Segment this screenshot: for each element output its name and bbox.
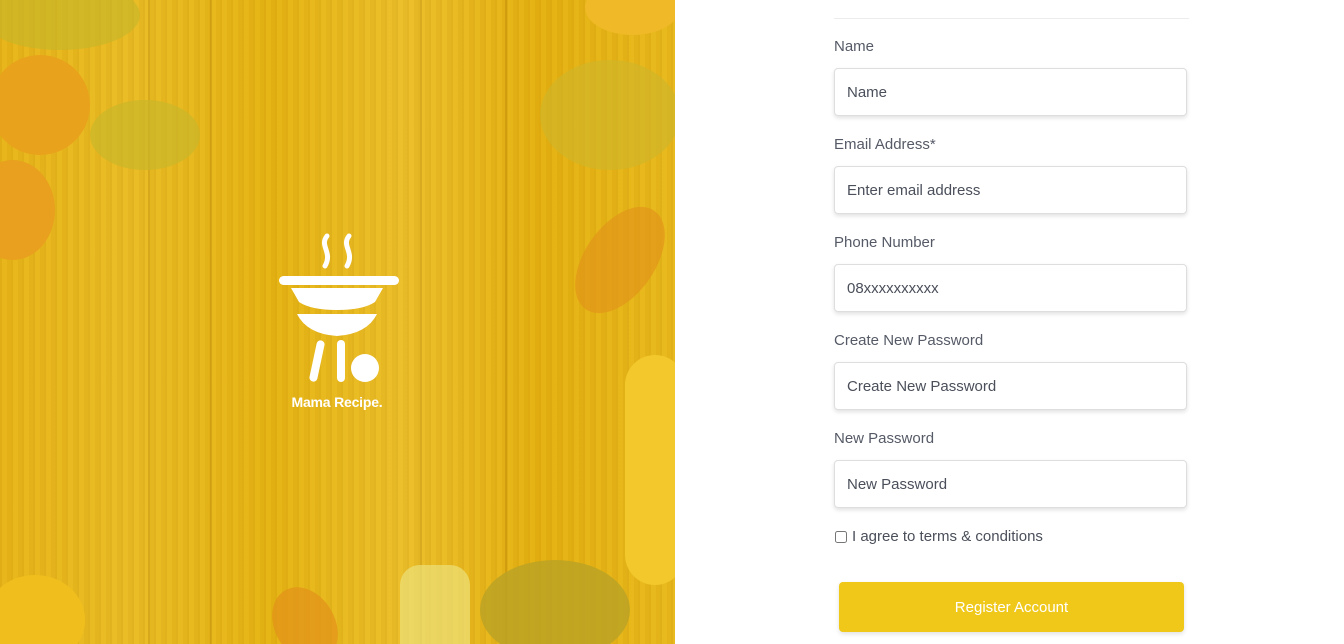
- wood-plank-line: [420, 0, 422, 644]
- lemon-decoration: [0, 575, 85, 644]
- terms-label: I agree to terms & conditions: [852, 528, 1043, 545]
- orange-decoration: [0, 55, 90, 155]
- wood-plank-line: [505, 0, 507, 644]
- form-divider: [834, 18, 1189, 19]
- wood-plank-line: [148, 0, 150, 644]
- brand-name: Mama Recipe.: [291, 394, 383, 410]
- orange-decoration: [0, 160, 55, 260]
- new-password-input[interactable]: [834, 460, 1187, 508]
- phone-input[interactable]: [834, 264, 1187, 312]
- hero-background: Mama Recipe.: [0, 0, 675, 644]
- terms-checkbox[interactable]: [835, 530, 847, 543]
- terms-row: I agree to terms & conditions: [834, 528, 1043, 545]
- brand-logo: Mama Recipe.: [272, 232, 402, 410]
- wood-plank-line: [210, 0, 212, 644]
- eggplant-decoration: [480, 560, 630, 644]
- new-password-label: New Password: [834, 430, 935, 447]
- crayfish-decoration: [556, 190, 675, 330]
- leaf-decoration: [540, 60, 675, 170]
- leaf-decoration: [0, 0, 140, 50]
- leaf-decoration: [90, 100, 200, 170]
- create-password-label: Create New Password: [834, 332, 984, 349]
- citrus-decoration: [585, 0, 675, 35]
- phone-label: Phone Number: [834, 234, 935, 251]
- corn-decoration: [625, 355, 675, 585]
- register-account-button[interactable]: Register Account: [839, 582, 1184, 632]
- carrot-decoration: [259, 575, 351, 644]
- email-input[interactable]: [834, 166, 1187, 214]
- spring-onion-decoration: [400, 565, 470, 644]
- grill-icon: [279, 233, 399, 382]
- create-password-input[interactable]: [834, 362, 1187, 410]
- email-label: Email Address*: [834, 136, 936, 153]
- name-input[interactable]: [834, 68, 1187, 116]
- name-label: Name: [834, 38, 875, 55]
